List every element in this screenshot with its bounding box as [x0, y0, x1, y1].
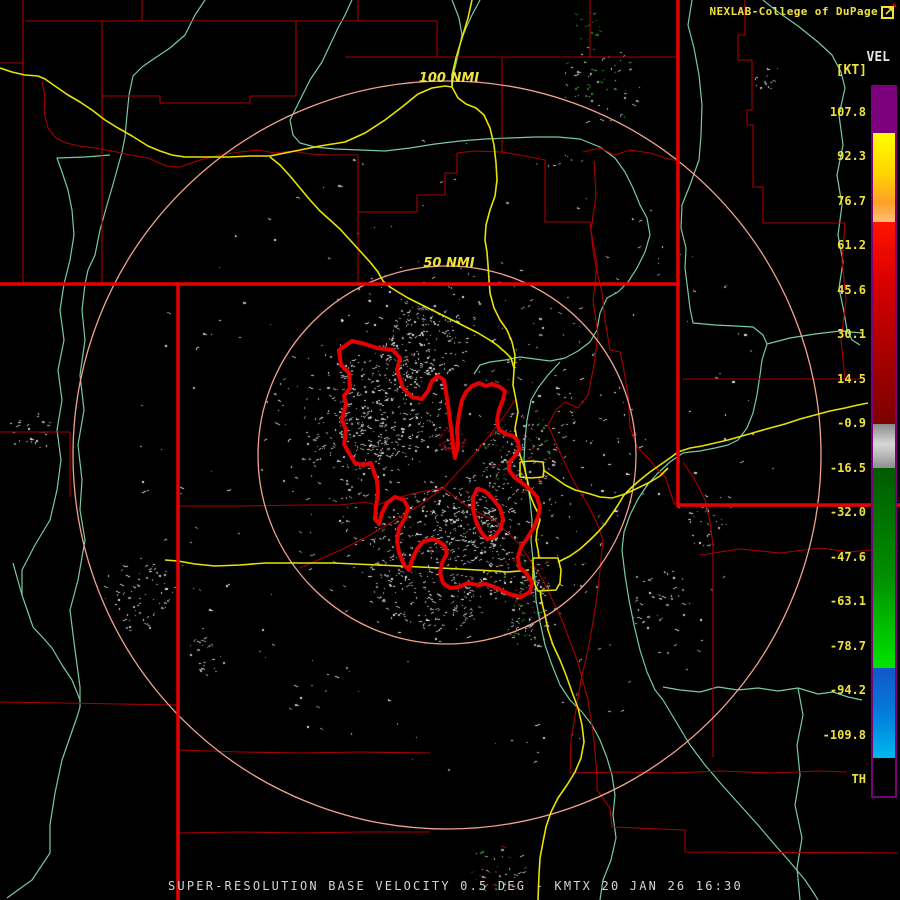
colorbar-segment: [873, 668, 895, 758]
colorbar-segment: [873, 468, 895, 668]
rivers-layer: [6, 0, 863, 900]
brand-row: NEXLAB-College of DuPage: [709, 3, 897, 20]
great-salt-lake-outline: [337, 339, 542, 599]
brand-text: NEXLAB-College of DuPage: [709, 5, 878, 18]
range-ring-100nmi-label: 100 NMI: [418, 71, 480, 86]
colorbar-segment: [873, 424, 895, 468]
highways-layer: [0, 0, 869, 900]
basemap: [0, 0, 900, 900]
range-ring-100nmi: [72, 80, 822, 830]
cod-arrow-icon: [881, 3, 897, 19]
colorbar-segment: [873, 87, 895, 133]
range-rings-layer: [72, 80, 822, 830]
colorbar-segment: [873, 133, 895, 222]
state-borders-layer: [0, 0, 900, 900]
range-ring-50nmi-label: 50 NMI: [423, 256, 475, 271]
colorbar-segment: [873, 222, 895, 424]
product-field-label: VEL: [866, 50, 890, 65]
colorbar-segment: [873, 758, 895, 796]
radar-display: NEXLAB-College of DuPage VEL [KT] 100 NM…: [0, 0, 900, 900]
velocity-colorbar: [871, 85, 897, 798]
product-title: SUPER-RESOLUTION BASE VELOCITY 0.5 DEG -…: [168, 879, 743, 893]
product-units-label: [KT]: [835, 63, 867, 78]
antelope-island-outline: [471, 487, 505, 541]
